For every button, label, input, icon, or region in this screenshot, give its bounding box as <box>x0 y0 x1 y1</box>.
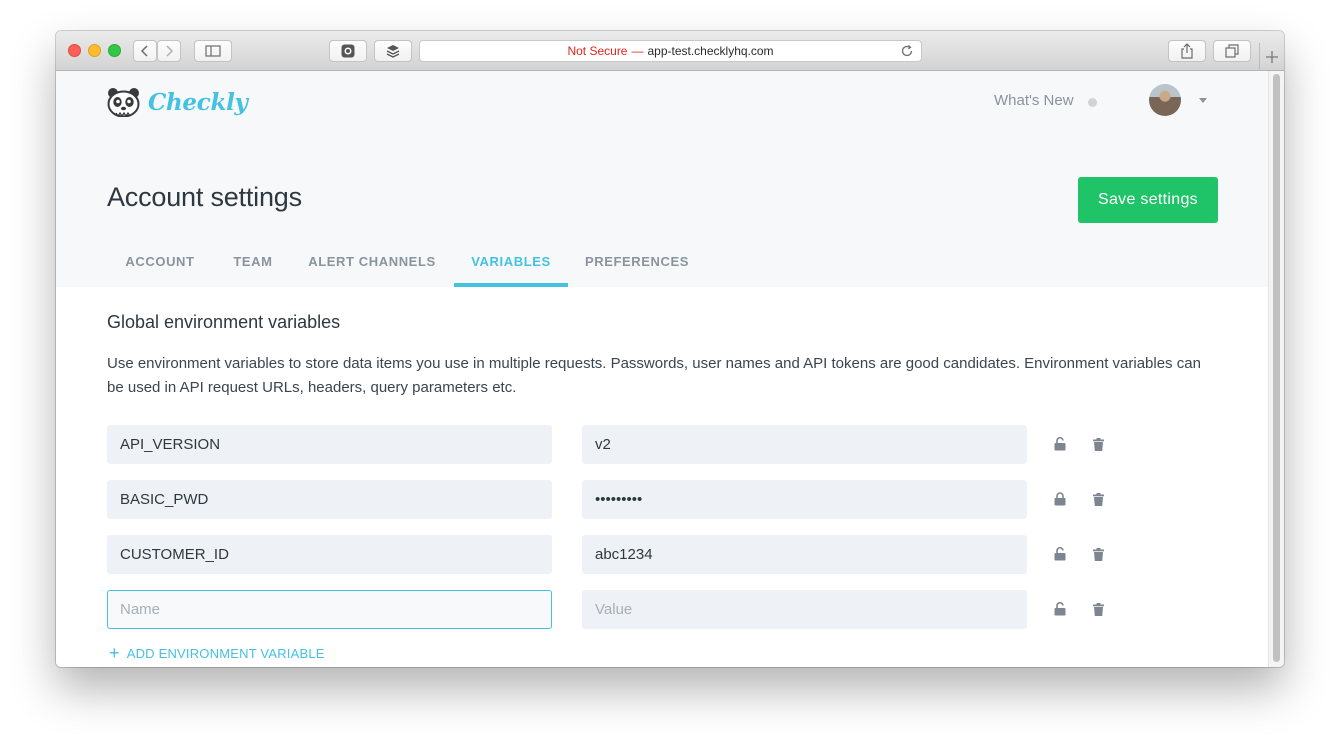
tab-account[interactable]: ACCOUNT <box>107 252 213 287</box>
trash-icon[interactable] <box>1090 491 1106 507</box>
close-window-button[interactable] <box>68 44 81 57</box>
chevron-right-icon <box>166 45 174 57</box>
user-avatar[interactable] <box>1149 84 1181 116</box>
new-variable-name-input[interactable] <box>107 590 552 629</box>
plus-icon: + <box>109 643 120 663</box>
whats-new-link[interactable]: What's New <box>994 92 1074 109</box>
extension-button[interactable] <box>329 40 367 62</box>
settings-header: Checkly What's New Account settings Save… <box>56 71 1268 287</box>
new-variable-value-input[interactable] <box>582 590 1027 629</box>
url-host: app-test.checklyhq.com <box>647 44 774 58</box>
tab-preferences[interactable]: PREFERENCES <box>568 252 706 287</box>
brand-logo[interactable]: Checkly <box>107 87 248 117</box>
trash-icon[interactable] <box>1090 601 1106 617</box>
new-tab-button[interactable] <box>1259 43 1284 70</box>
tab-team[interactable]: TEAM <box>213 252 293 287</box>
section-description: Use environment variables to store data … <box>107 355 1201 396</box>
lock-open-icon[interactable] <box>1052 436 1068 452</box>
variable-value-input[interactable] <box>582 425 1027 464</box>
zoom-window-button[interactable] <box>108 44 121 57</box>
lock-open-icon[interactable] <box>1052 601 1068 617</box>
share-button[interactable] <box>1168 40 1206 62</box>
add-variable-label: ADD ENVIRONMENT VARIABLE <box>126 646 325 661</box>
variable-name-input[interactable] <box>107 425 552 464</box>
not-secure-label: Not Secure <box>567 44 628 58</box>
forward-button[interactable] <box>157 40 181 62</box>
brand-name: Checkly <box>148 88 248 116</box>
save-settings-button[interactable]: Save settings <box>1078 177 1218 223</box>
scrollbar[interactable] <box>1268 71 1284 667</box>
url-separator: — <box>631 44 644 58</box>
camera-icon <box>341 44 355 58</box>
browser-toolbar: Not Secure — app-test.checklyhq.com <box>56 31 1284 71</box>
section-title: Global environment variables <box>107 312 341 332</box>
sidebar-icon <box>205 45 221 57</box>
tabs-icon <box>1225 44 1239 58</box>
share-icon <box>1181 43 1193 59</box>
sidebar-toggle-button[interactable] <box>194 40 232 62</box>
page-title: Account settings <box>107 182 302 212</box>
variable-name-input[interactable] <box>107 535 552 574</box>
tab-variables[interactable]: VARIABLES <box>454 252 568 287</box>
layers-icon <box>386 45 400 58</box>
plus-icon <box>1266 50 1278 63</box>
panda-logo-icon <box>107 88 140 117</box>
variable-row <box>107 535 1117 575</box>
address-bar[interactable]: Not Secure — app-test.checklyhq.com <box>419 40 922 62</box>
chevron-left-icon <box>140 45 148 57</box>
scrollbar-thumb[interactable] <box>1273 74 1280 662</box>
tabs-overview-button[interactable] <box>1213 40 1251 62</box>
reload-icon[interactable] <box>899 43 915 59</box>
variable-name-input[interactable] <box>107 480 552 519</box>
whats-new-indicator <box>1088 98 1097 107</box>
caret-down-icon[interactable] <box>1199 98 1207 103</box>
new-variable-row <box>107 590 1117 630</box>
layers-extension-button[interactable] <box>374 40 412 62</box>
add-environment-variable-button[interactable]: + ADD ENVIRONMENT VARIABLE <box>109 643 325 663</box>
trash-icon[interactable] <box>1090 436 1106 452</box>
minimize-window-button[interactable] <box>88 44 101 57</box>
lock-open-icon[interactable] <box>1052 546 1068 562</box>
tab-alert-channels[interactable]: ALERT CHANNELS <box>293 252 451 287</box>
page-content: Checkly What's New Account settings Save… <box>56 71 1268 667</box>
lock-closed-icon[interactable] <box>1052 491 1068 507</box>
variable-value-input[interactable] <box>582 480 1027 519</box>
trash-icon[interactable] <box>1090 546 1106 562</box>
variable-value-input[interactable] <box>582 535 1027 574</box>
browser-window: Not Secure — app-test.checklyhq.com Chec… <box>56 31 1284 667</box>
back-button[interactable] <box>133 40 157 62</box>
variable-row <box>107 480 1117 520</box>
variable-row <box>107 425 1117 465</box>
